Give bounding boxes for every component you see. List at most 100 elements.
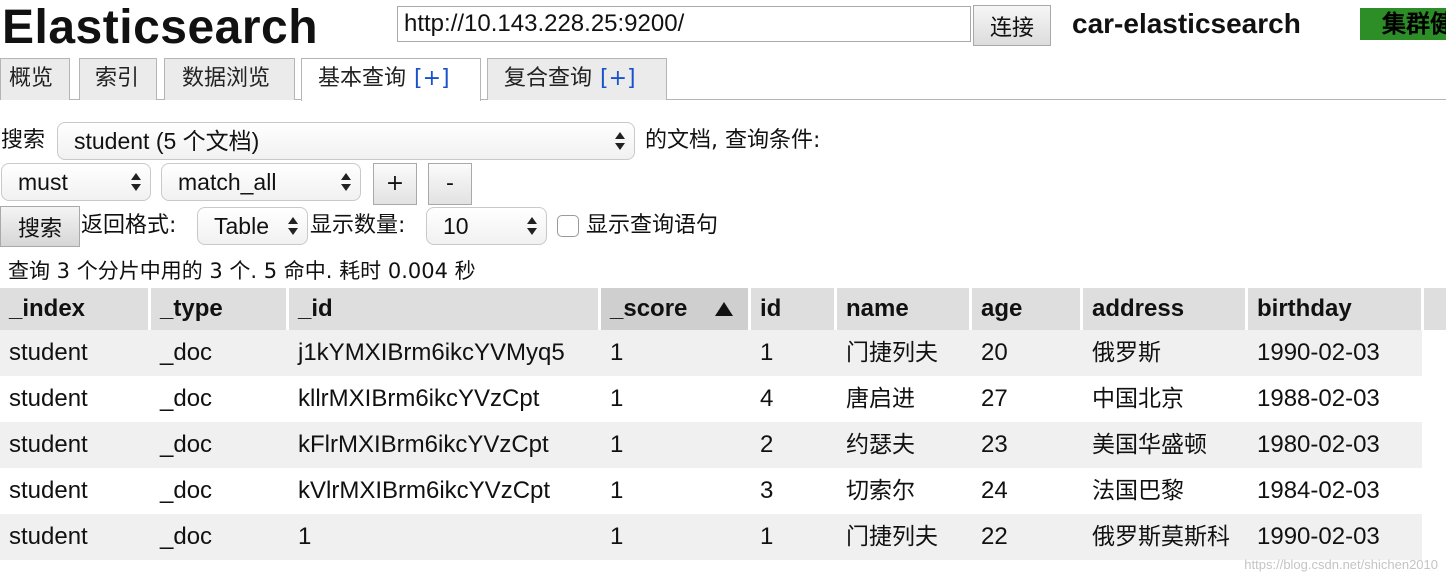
cell-birthday: 1990-02-03 [1257, 339, 1380, 366]
column-header-address[interactable]: address [1083, 288, 1245, 330]
app-title: Elasticsearch [2, 1, 319, 54]
select-arrows-icon [615, 132, 625, 150]
watermark: https://blog.csdn.net/shichen2010 [1244, 557, 1438, 572]
column-header-label: name [846, 295, 909, 322]
show-query-checkbox[interactable] [557, 215, 579, 237]
header-bar: Elasticsearch 连接 car-elasticsearch 集群健 [0, 0, 1446, 56]
cell-score: 1 [610, 385, 624, 412]
column-header-index[interactable]: _index [0, 288, 148, 330]
cell-id: 4 [760, 385, 774, 412]
column-header-id[interactable]: id [751, 288, 834, 330]
column-header-label: _type [160, 295, 223, 322]
tab-add-link[interactable]: [+] [414, 66, 450, 91]
cell-index: student [9, 523, 88, 550]
show-query-label: 显示查询语句 [586, 213, 719, 238]
column-header-label: _score [610, 295, 688, 322]
cell-age: 24 [981, 477, 1008, 504]
tab-overview[interactable]: 概览 [0, 58, 70, 100]
table-row[interactable]: student _doc j1kYMXIBrm6ikcYVMyq5 1 1 门捷列夫 20 俄… [0, 330, 1422, 376]
query-summary: 查询 3 个分片中用的 3 个. 5 命中. 耗时 0.004 秒 [8, 259, 476, 283]
column-header-id-meta[interactable]: _id [289, 288, 598, 330]
cell-address: 中国北京 [1092, 386, 1184, 412]
cell-index: student [9, 477, 88, 504]
column-header-name[interactable]: name [837, 288, 969, 330]
tab-browser[interactable]: 数据浏览 [164, 58, 295, 100]
tab-add-link[interactable]: [+] [600, 66, 636, 91]
cell-type: _doc [160, 523, 213, 550]
cell-type: _doc [160, 339, 213, 366]
column-header-label: id [760, 295, 782, 322]
tab-basic-query[interactable]: 基本查询 [+] [301, 58, 481, 101]
cell-id: 1 [760, 523, 774, 550]
format-select[interactable]: Table [197, 207, 308, 245]
cluster-health-badge: 集群健 [1360, 8, 1446, 40]
cell-address: 俄罗斯 [1092, 340, 1161, 366]
tab-label: 索引 [95, 66, 140, 91]
column-header-birthday[interactable]: birthday [1248, 288, 1421, 330]
cell-index: student [9, 385, 88, 412]
cluster-name: car-elasticsearch [1072, 8, 1301, 39]
cell-age: 23 [981, 431, 1008, 458]
search-button[interactable]: 搜索 [0, 206, 80, 247]
select-arrows-icon [527, 217, 537, 235]
cell-index: student [9, 339, 88, 366]
tab-label: 基本查询 [318, 66, 407, 91]
select-arrows-icon [131, 173, 141, 191]
cell-score: 1 [610, 431, 624, 458]
cluster-url-input[interactable] [397, 6, 971, 42]
cell-name: 唐启进 [846, 386, 915, 412]
cell-type: _doc [160, 385, 213, 412]
cell-name: 约瑟夫 [846, 432, 915, 458]
column-header-score[interactable]: _score [601, 288, 748, 330]
cell-id: 2 [760, 431, 774, 458]
format-label: 返回格式: [81, 213, 177, 238]
column-header-spacer [1424, 288, 1446, 330]
query-type-select-value: match_all [178, 169, 277, 195]
connect-button[interactable]: 连接 [973, 5, 1051, 46]
cell-birthday: 1988-02-03 [1257, 385, 1380, 412]
query-condition-label: 的文档, 查询条件: [645, 128, 821, 153]
format-select-value: Table [214, 213, 269, 239]
bool-select-value: must [18, 169, 68, 195]
cell-id: 1 [760, 339, 774, 366]
table-row[interactable]: student _doc kllrMXIBrm6ikcYVzCpt 1 4 唐启进 27 中国… [0, 376, 1422, 422]
cell-type: _doc [160, 477, 213, 504]
cell-id: 3 [760, 477, 774, 504]
column-header-age[interactable]: age [972, 288, 1080, 330]
cell-age: 22 [981, 523, 1008, 550]
count-select-value: 10 [443, 213, 469, 239]
cell-birthday: 1990-02-03 [1257, 523, 1380, 550]
cell-name: 门捷列夫 [846, 340, 938, 366]
tab-bar: 概览 索引 数据浏览 基本查询 [+] 复合查询 [+] [0, 56, 1446, 101]
count-label: 显示数量: [310, 213, 406, 238]
select-arrows-icon [288, 217, 298, 235]
cell-doc-id: j1kYMXIBrm6ikcYVMyq5 [298, 339, 565, 366]
tab-label: 概览 [9, 66, 54, 91]
table-row[interactable]: student _doc kVlrMXIBrm6ikcYVzCpt 1 3 切索尔 24 法国… [0, 468, 1422, 514]
cell-birthday: 1984-02-03 [1257, 477, 1380, 504]
column-header-label: birthday [1257, 295, 1352, 322]
cell-doc-id: kFlrMXIBrm6ikcYVzCpt [298, 431, 549, 458]
query-type-select[interactable]: match_all [161, 163, 361, 201]
cell-name: 门捷列夫 [846, 524, 938, 550]
cell-index: student [9, 431, 88, 458]
table-row[interactable]: student _doc 1 1 1 门捷列夫 22 俄罗斯莫斯科 1990-02-03 [0, 514, 1422, 560]
add-condition-button[interactable]: + [373, 163, 417, 205]
cell-age: 20 [981, 339, 1008, 366]
remove-condition-button[interactable]: - [428, 163, 472, 205]
tab-indices[interactable]: 索引 [79, 58, 157, 100]
column-header-type[interactable]: _type [151, 288, 286, 330]
cell-address: 俄罗斯莫斯科 [1092, 524, 1230, 550]
column-header-label: address [1092, 295, 1185, 322]
cell-type: _doc [160, 431, 213, 458]
tab-compound-query[interactable]: 复合查询 [+] [487, 58, 667, 100]
bool-select[interactable]: must [1, 163, 151, 201]
index-select[interactable]: student (5 个文档) [57, 122, 635, 160]
table-row[interactable]: student _doc kFlrMXIBrm6ikcYVzCpt 1 2 约瑟夫 23 美国… [0, 422, 1422, 468]
cell-doc-id: kllrMXIBrm6ikcYVzCpt [298, 385, 540, 412]
index-select-value: student (5 个文档) [74, 128, 260, 154]
count-select[interactable]: 10 [426, 207, 547, 245]
cell-doc-id: 1 [298, 523, 312, 550]
sort-ascending-icon [715, 302, 733, 316]
column-header-label: age [981, 295, 1023, 322]
